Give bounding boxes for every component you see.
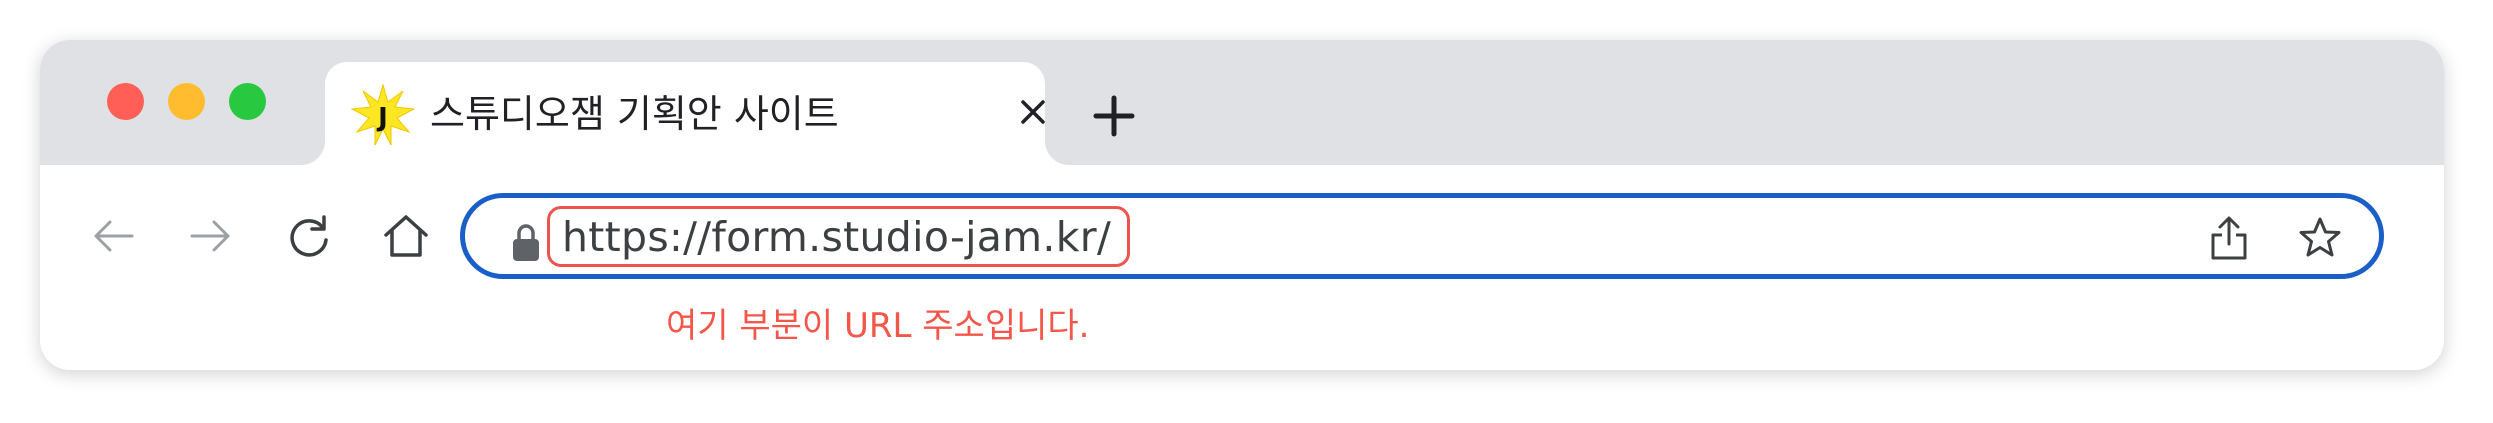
close-window-button[interactable] (107, 83, 144, 120)
url-text[interactable]: https://form.studio-jam.kr/ (562, 213, 1111, 261)
maximize-window-button[interactable] (229, 83, 266, 120)
svg-text:J: J (376, 103, 388, 133)
url-annotation: 여기 부분이 URL 주소입니다. (666, 306, 1090, 346)
star-icon[interactable] (2297, 215, 2343, 261)
favicon-icon: J (351, 84, 415, 146)
share-icon[interactable] (2207, 214, 2251, 262)
close-icon[interactable] (1013, 92, 1053, 132)
arrow-left-icon[interactable] (88, 210, 140, 262)
reload-icon[interactable] (283, 210, 335, 262)
plus-icon[interactable] (1090, 92, 1138, 140)
tab-strip: J 스튜디오잼 기획안 사이트 (40, 40, 2444, 165)
address-bar[interactable]: https://form.studio-jam.kr/ (460, 193, 2384, 279)
tab-active[interactable]: J 스튜디오잼 기획안 사이트 (325, 62, 1045, 165)
browser-window: J 스튜디오잼 기획안 사이트 https://form.studio-jam.… (40, 40, 2444, 370)
arrow-right-icon[interactable] (184, 210, 236, 262)
home-icon[interactable] (380, 210, 432, 262)
url-highlight-box: https://form.studio-jam.kr/ (547, 206, 1131, 267)
tab-title: 스튜디오잼 기획안 사이트 (430, 92, 839, 136)
minimize-window-button[interactable] (168, 83, 205, 120)
lock-icon (513, 224, 539, 261)
